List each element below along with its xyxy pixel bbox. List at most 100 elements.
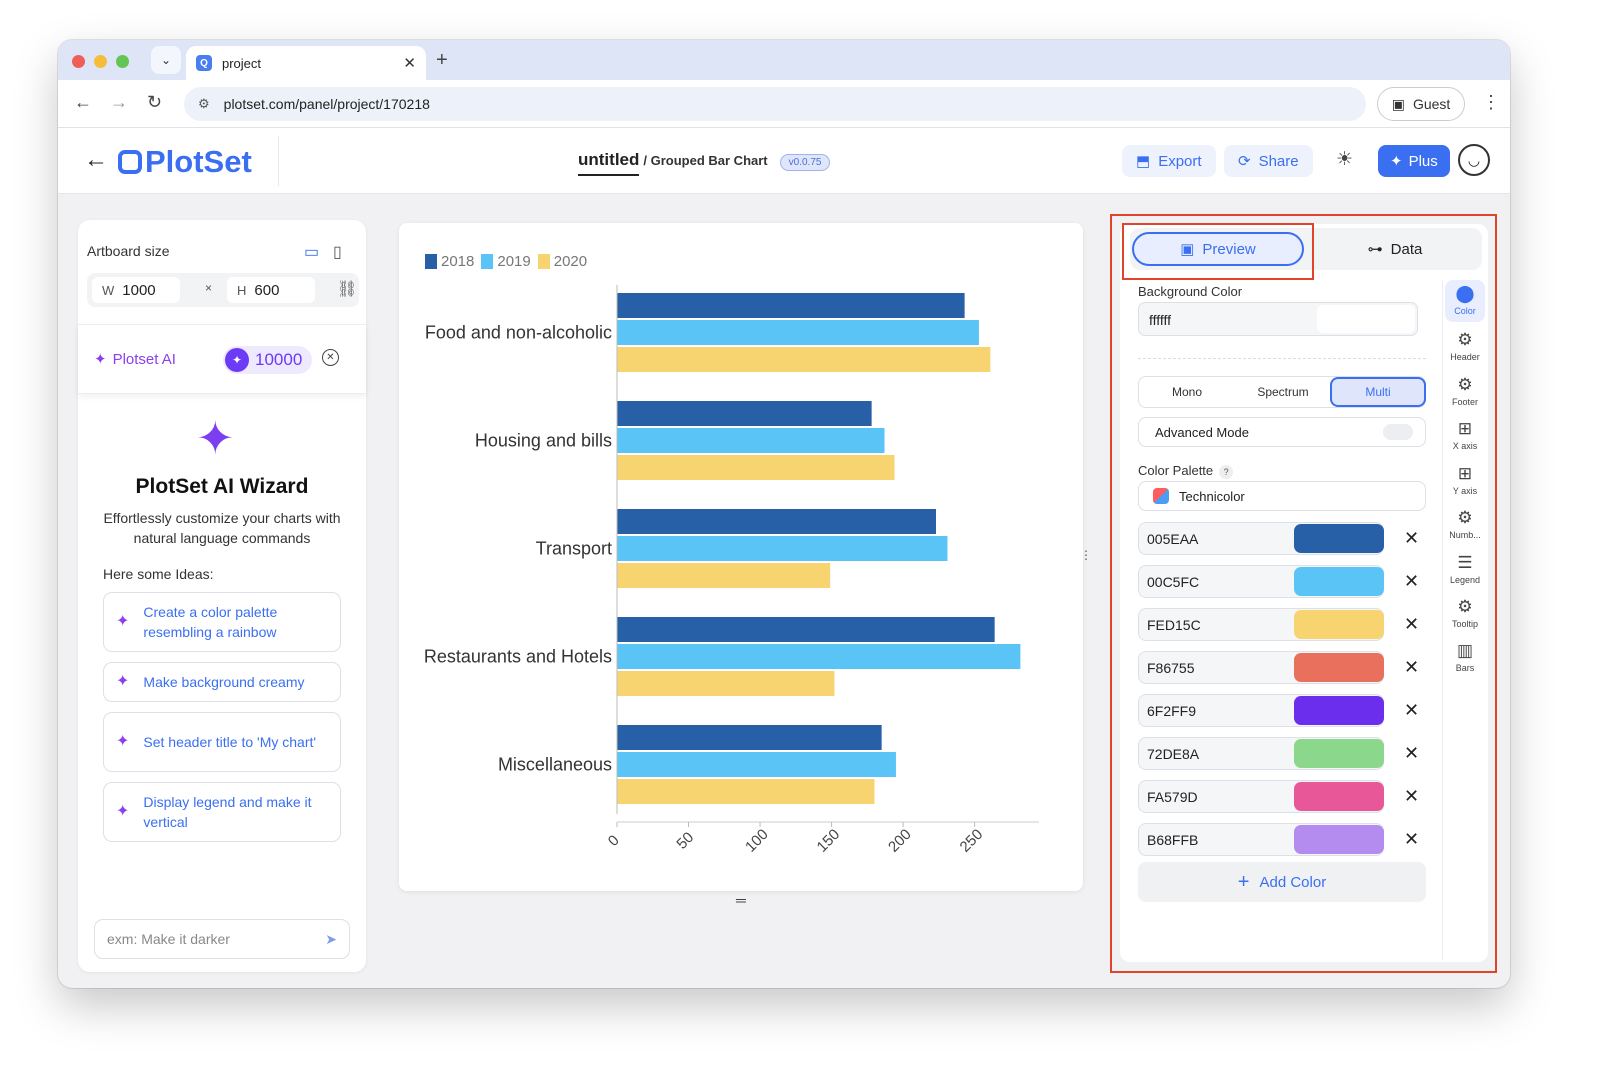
project-title-group: untitled / Grouped Bar Chart v0.0.75 [578, 150, 831, 176]
x-tick-label: 100 [742, 826, 772, 856]
wizard-title: PlotSet AI Wizard [135, 475, 309, 498]
send-icon[interactable]: ➤ [325, 931, 337, 948]
width-label: W [102, 282, 115, 298]
x-tick-label: 150 [814, 826, 844, 856]
bar-2020 [617, 455, 895, 480]
ai-prompt-input[interactable]: exm: Make it darker ➤ [94, 919, 350, 959]
bar-2019 [617, 536, 948, 561]
desktop-icon[interactable]: ▭ [304, 242, 319, 262]
maximize-window-button[interactable] [116, 55, 129, 68]
artboard-dimensions: W 1000 × H 600 ⛓ [87, 273, 359, 307]
idea-rainbow-palette[interactable]: ✦ Create a color palette resembling a ra… [103, 592, 341, 652]
browser-menu-kebab-icon[interactable]: ⋮ [1482, 92, 1500, 113]
plotset-ai-bar: ✦ Plotset AI ✦ 10000 ✕ [78, 324, 366, 394]
lock-ratio-icon[interactable]: ⛓ [337, 279, 357, 299]
plus-button[interactable]: ✦ Plus [1378, 145, 1450, 177]
close-ai-icon[interactable]: ✕ [322, 349, 339, 366]
bar-2019 [617, 320, 979, 345]
x-tick-label: 0 [605, 832, 623, 850]
sparkle-icon: ✦ [116, 613, 130, 630]
bar-2018 [617, 401, 872, 426]
height-input[interactable]: H 600 [227, 277, 315, 303]
close-tab-icon[interactable]: ✕ [403, 54, 416, 72]
close-window-button[interactable] [72, 55, 85, 68]
tab-list-chevron-icon[interactable]: ⌄ [151, 46, 181, 74]
forward-arrow-icon[interactable]: → [110, 92, 128, 113]
wizard-sparkles-icon: ✦ [196, 412, 235, 464]
bar-2018 [617, 293, 965, 318]
width-value: 1000 [122, 281, 156, 299]
idea-creamy-background[interactable]: ✦ Make background creamy [103, 662, 341, 702]
ai-wizard-panel: Artboard size ▭ ▯ W 1000 × H 600 ⛓ ✦ Plo… [78, 220, 366, 972]
bar-2018 [617, 725, 882, 750]
url-field[interactable]: ⚙ plotset.com/panel/project/170218 [184, 87, 1366, 121]
share-icon: ⟳ [1238, 153, 1251, 170]
plotset-ai-title: ✦ Plotset AI [94, 350, 176, 369]
site-settings-icon[interactable]: ⚙ [198, 96, 210, 112]
project-title[interactable]: untitled [578, 150, 640, 176]
mobile-icon[interactable]: ▯ [333, 242, 342, 262]
artboard-size-label: Artboard size [87, 243, 170, 259]
back-arrow-icon[interactable]: ← [84, 146, 108, 174]
plotset-logo[interactable]: PlotSet [118, 144, 252, 180]
share-button[interactable]: ⟳ Share [1224, 145, 1313, 177]
bar-2020 [617, 671, 835, 696]
export-label: Export [1158, 152, 1202, 170]
plotset-favicon-icon: Q [196, 55, 212, 71]
credits-badge: ✦ 10000 [223, 346, 313, 374]
bar-2018 [617, 509, 937, 534]
version-badge: v0.0.75 [779, 154, 831, 171]
grouped-bar-chart: Food and non-alcoholic Housing and bills T… [424, 285, 1039, 856]
reload-icon[interactable]: ↻ [147, 92, 162, 113]
url-text: plotset.com/panel/project/170218 [223, 96, 430, 112]
prompt-placeholder: exm: Make it darker [107, 931, 230, 947]
category-label: Food and non-alcoholic [425, 323, 612, 343]
bar-2020 [617, 347, 991, 372]
minimize-window-button[interactable] [94, 55, 107, 68]
browser-window: ⌄ Q project ✕ + ← → ↻ ⚙ plotset.com/pane… [58, 40, 1510, 988]
wizard-subtitle: Effortlessly customize your charts with … [103, 510, 341, 546]
sparkles-icon: ✦ [94, 351, 107, 368]
plotset-logo-mark-icon [118, 150, 142, 174]
bar-2019 [617, 428, 885, 453]
height-label: H [237, 282, 247, 298]
ideas-label: Here some Ideas: [103, 566, 214, 582]
dimension-separator: × [205, 281, 213, 295]
idea-text: Make background creamy [143, 674, 305, 690]
idea-header-title[interactable]: ✦ Set header title to 'My chart' [103, 712, 341, 772]
address-bar-row: ← → ↻ ⚙ plotset.com/panel/project/170218… [58, 80, 1510, 128]
guest-profile-button[interactable]: ▣ Guest [1377, 87, 1465, 121]
app-header: ← PlotSet untitled / Grouped Bar Chart v… [58, 128, 1510, 194]
new-tab-plus-icon[interactable]: + [436, 49, 448, 72]
profile-icon: ▣ [1391, 95, 1405, 112]
guest-label: Guest [1412, 96, 1451, 112]
x-tick-label: 200 [885, 826, 915, 856]
chart-artboard[interactable]: 2018 2019 2020 Food and non-alcoholic Hou… [399, 223, 1083, 908]
resize-handle-icon[interactable]: ═ [736, 892, 746, 908]
x-tick-label: 250 [957, 826, 987, 856]
user-avatar-icon[interactable]: ◡ [1458, 144, 1490, 176]
sparkle-icon: ✦ [116, 733, 130, 750]
bar-2020 [617, 563, 831, 588]
category-label: Miscellaneous [498, 755, 612, 775]
category-label: Transport [536, 539, 612, 559]
theme-sun-icon[interactable]: ☀ [1336, 148, 1353, 171]
x-tick-label: 50 [673, 829, 697, 853]
credit-coin-icon: ✦ [225, 348, 249, 372]
export-button[interactable]: ⬒ Export [1122, 145, 1216, 177]
logo-text: PlotSet [145, 144, 252, 179]
back-arrow-icon[interactable]: ← [74, 92, 92, 113]
browser-tab[interactable]: Q project ✕ [186, 46, 426, 80]
sparkle-icon: ✦ [116, 803, 130, 820]
category-label: Housing and bills [475, 431, 612, 451]
resize-side-handle-icon[interactable]: ⋮ [1080, 548, 1092, 562]
credits-value: 10000 [255, 350, 303, 369]
share-label: Share [1258, 152, 1299, 170]
idea-text: Create a color palette resembling a rain… [143, 604, 278, 640]
width-input[interactable]: W 1000 [92, 277, 180, 303]
idea-text: Display legend and make it vertical [143, 794, 312, 830]
bar-2019 [617, 752, 896, 777]
bar-2020 [617, 779, 875, 804]
idea-vertical-legend[interactable]: ✦ Display legend and make it vertical [103, 782, 341, 842]
sparkle-icon: ✦ [1390, 153, 1403, 170]
